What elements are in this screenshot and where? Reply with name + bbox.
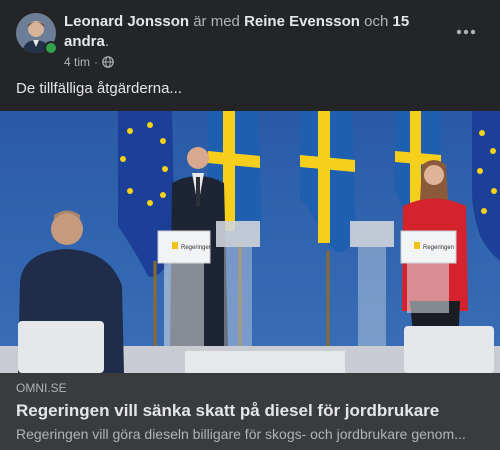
online-status-indicator: [44, 41, 58, 55]
post-text: De tillfälliga åtgärderna...: [16, 80, 182, 97]
globe-icon[interactable]: [102, 56, 114, 68]
and-text: och: [364, 13, 389, 30]
press-conference-photo: Regeringen Regeringen: [0, 111, 500, 373]
front-table: [185, 351, 345, 373]
link-domain: OMNI.SE: [16, 381, 67, 395]
chair-left: [18, 321, 104, 373]
podium-right: Regeringen: [400, 230, 457, 313]
post-meta: 4 tim ·: [64, 54, 114, 70]
with-text: är med: [193, 13, 240, 30]
feed-post: Leonard Jonsson är med Reine Evensson oc…: [0, 0, 500, 450]
meta-separator: ·: [94, 55, 99, 69]
podium-left: Regeringen: [157, 230, 212, 346]
post-timestamp[interactable]: 4 tim: [64, 54, 90, 70]
chair-right: [404, 326, 494, 373]
podium-label-left: Regeringen: [181, 245, 212, 251]
author-name-link[interactable]: Leonard Jonsson: [64, 13, 189, 30]
post-image[interactable]: Regeringen Regeringen: [0, 111, 500, 373]
podium-label-right: Regeringen: [423, 245, 454, 251]
period-text: .: [104, 33, 110, 50]
more-dots-icon: [456, 29, 476, 35]
link-title[interactable]: Regeringen vill sänka skatt på diesel fö…: [16, 400, 486, 422]
more-options-button[interactable]: [450, 16, 482, 48]
post-header-text: Leonard Jonsson är med Reine Evensson oc…: [64, 12, 424, 52]
link-description: Regeringen vill göra dieseln billigare f…: [16, 426, 466, 442]
tagged-person-link[interactable]: Reine Evensson: [244, 13, 360, 30]
link-preview[interactable]: OMNI.SE Regeringen vill sänka skatt på d…: [0, 373, 500, 450]
